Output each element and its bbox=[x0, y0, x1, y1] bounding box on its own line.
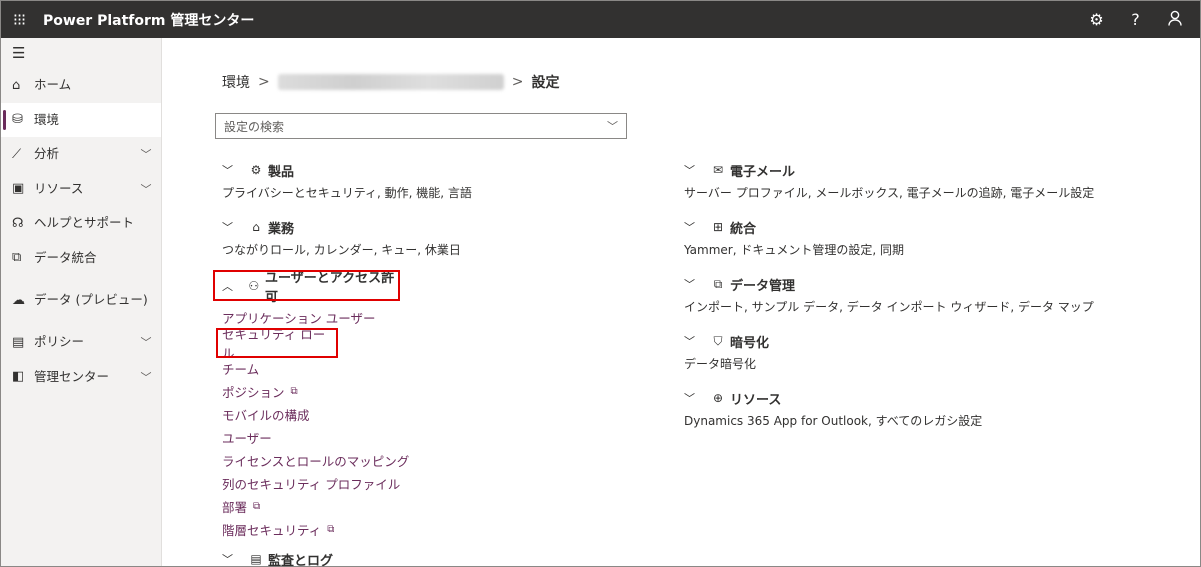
person-icon[interactable] bbox=[1155, 10, 1194, 30]
link-security-roles[interactable]: セキュリティ ロール bbox=[216, 327, 338, 361]
audit-icon: ▤ bbox=[250, 552, 262, 566]
section-desc-integration: Yammer, ドキュメント管理の設定, 同期 bbox=[684, 243, 904, 257]
main-content: 環境 > > 設定 設定の検索 ﹀ ﹀ ⚙ 製品 プライバシーとセキュリティ, … bbox=[163, 38, 1200, 567]
chevron-right-icon: > bbox=[258, 74, 270, 90]
shield-icon: ⛉ bbox=[713, 333, 723, 348]
section-desc-encryption: データ暗号化 bbox=[684, 357, 757, 371]
sidebar-item-policies[interactable]: ▤ ポリシー ﹀ bbox=[1, 325, 161, 360]
link-positions[interactable]: ポジション ⧉ bbox=[222, 380, 662, 403]
chevron-right-icon: > bbox=[511, 74, 524, 90]
section-header-resources[interactable]: ﹀ ⊕ リソース bbox=[684, 386, 1124, 410]
section-header-integration[interactable]: ﹀ ⊞ 統合 bbox=[684, 215, 1124, 239]
sidebar-item-resources[interactable]: ▣ リソース ﹀ bbox=[1, 172, 161, 207]
breadcrumb-root[interactable]: 環境 bbox=[222, 72, 250, 92]
sidebar-item-data-integration[interactable]: ⧉ データ統合 bbox=[1, 241, 161, 276]
settings-column-right: ﹀ ✉ 電子メール サーバー プロファイル, メールボックス, 電子メールの追跡… bbox=[684, 158, 1124, 443]
business-icon: ⌂ bbox=[252, 220, 260, 234]
chevron-down-icon[interactable]: ﹀ bbox=[131, 181, 161, 197]
section-header-audit-logs[interactable]: ﹀ ▤ 監査とログ bbox=[222, 547, 662, 567]
chevron-down-icon: ﹀ bbox=[222, 164, 233, 177]
chevron-down-icon[interactable]: ﹀ bbox=[131, 369, 161, 385]
admin-center-icon: ◧ bbox=[12, 369, 25, 385]
app-title[interactable]: Power Platform 管理センター bbox=[43, 10, 254, 30]
section-header-business[interactable]: ﹀ ⌂ 業務 bbox=[222, 215, 662, 239]
gear-icon[interactable]: ⚙ bbox=[1077, 10, 1116, 29]
users-permissions-links: アプリケーション ユーザー セキュリティ ロール チーム ポジション ⧉ モバイル… bbox=[216, 306, 662, 541]
top-bar-actions: ⚙ ? bbox=[1077, 1, 1194, 38]
section-desc-product: プライバシーとセキュリティ, 動作, 機能, 言語 bbox=[222, 186, 472, 200]
chevron-down-icon: ﹀ bbox=[684, 164, 695, 177]
chevron-down-icon[interactable]: ﹀ bbox=[131, 146, 161, 162]
chevron-down-icon: ﹀ bbox=[222, 553, 233, 566]
section-desc-resources: Dynamics 365 App for Outlook, すべてのレガシ設定 bbox=[684, 414, 983, 428]
section-desc-data-management: インポート, サンプル データ, データ インポート ウィザード, データ マッ… bbox=[684, 300, 1094, 314]
link-license-role-mapping[interactable]: ライセンスとロールのマッピング bbox=[222, 449, 662, 472]
data-management-icon: ⧉ bbox=[713, 276, 723, 291]
windows-icon: ⊞ bbox=[712, 220, 724, 234]
breadcrumb-environment-name-redacted[interactable] bbox=[277, 74, 504, 90]
breadcrumb: 環境 > > 設定 bbox=[222, 72, 559, 92]
open-external-icon: ⧉ bbox=[327, 524, 335, 535]
help-icon[interactable]: ? bbox=[1116, 10, 1155, 29]
globe-icon: ⊕ bbox=[712, 391, 724, 405]
headset-icon: ☊ bbox=[12, 215, 24, 231]
chevron-down-icon: ﹀ bbox=[684, 278, 695, 291]
home-icon: ⌂ bbox=[12, 77, 21, 93]
link-hierarchy-security[interactable]: 階層セキュリティ ⧉ bbox=[222, 518, 662, 541]
app-launcher-icon[interactable]: ⁝⁝⁝ bbox=[1, 10, 37, 29]
environment-icon: ⛁ bbox=[12, 112, 23, 128]
chevron-down-icon: ﹀ bbox=[684, 221, 695, 234]
sidebar-item-analytics[interactable]: ⟋ 分析 ﹀ bbox=[1, 137, 161, 172]
chevron-up-icon: ︿ bbox=[222, 279, 233, 293]
link-users[interactable]: ユーザー bbox=[222, 426, 662, 449]
open-external-icon: ⧉ bbox=[290, 386, 298, 397]
section-header-data-management[interactable]: ﹀ ⧉ データ管理 bbox=[684, 272, 1124, 296]
page-title: 設定 bbox=[531, 75, 560, 91]
section-header-users-permissions[interactable]: ︿ ⚇ ユーザーとアクセス許可 bbox=[213, 270, 400, 305]
gear-icon: ⚙ bbox=[250, 163, 262, 177]
section-header-product[interactable]: ﹀ ⚙ 製品 bbox=[222, 158, 662, 182]
data-integration-icon: ⧉ bbox=[12, 250, 22, 266]
resources-icon: ▣ bbox=[12, 181, 25, 197]
sidebar-item-admin-centers[interactable]: ◧ 管理センター ﹀ bbox=[1, 360, 161, 395]
mail-icon: ✉ bbox=[712, 163, 724, 177]
chevron-down-icon: ﹀ bbox=[684, 392, 695, 405]
sidebar-item-help-support[interactable]: ☊ ヘルプとサポート bbox=[1, 206, 161, 241]
chevron-down-icon: ﹀ bbox=[684, 335, 695, 348]
sidebar-item-data-preview[interactable]: ☁ データ (プレビュー) bbox=[1, 275, 161, 325]
search-input[interactable]: 設定の検索 ﹀ bbox=[215, 113, 627, 139]
settings-column-left: ﹀ ⚙ 製品 プライバシーとセキュリティ, 動作, 機能, 言語 ﹀ ⌂ 業務 … bbox=[213, 158, 662, 567]
chevron-down-icon: ﹀ bbox=[222, 221, 233, 234]
section-header-email[interactable]: ﹀ ✉ 電子メール bbox=[684, 158, 1124, 182]
sidebar-item-environments[interactable]: ⛁ 環境 bbox=[1, 102, 161, 137]
search-placeholder: 設定の検索 bbox=[224, 119, 285, 134]
cloud-data-icon: ☁ bbox=[12, 292, 25, 308]
users-permissions-icon: ⚇ bbox=[248, 278, 260, 293]
hamburger-menu-icon[interactable]: ☰ bbox=[1, 38, 161, 68]
section-desc-email: サーバー プロファイル, メールボックス, 電子メールの追跡, 電子メール設定 bbox=[684, 186, 1095, 200]
chevron-down-icon[interactable]: ﹀ bbox=[131, 334, 161, 350]
sidebar-item-home[interactable]: ⌂ ホーム bbox=[1, 68, 161, 103]
open-external-icon: ⧉ bbox=[253, 501, 261, 512]
sidebar: ☰ ⌂ ホーム ⛁ 環境 ⟋ 分析 ﹀ ▣ リソース ﹀ ☊ ヘルプとサポート … bbox=[1, 38, 162, 566]
link-column-security-profiles[interactable]: 列のセキュリティ プロファイル bbox=[222, 472, 662, 495]
chevron-down-icon[interactable]: ﹀ bbox=[607, 118, 618, 134]
chart-icon: ⟋ bbox=[12, 146, 22, 162]
top-bar: ⁝⁝⁝ Power Platform 管理センター ⚙ ? bbox=[1, 1, 1200, 38]
section-header-encryption[interactable]: ﹀ ⛉ 暗号化 bbox=[684, 329, 1124, 353]
policy-icon: ▤ bbox=[12, 334, 25, 350]
link-mobile-configuration[interactable]: モバイルの構成 bbox=[222, 403, 662, 426]
link-business-units[interactable]: 部署 ⧉ bbox=[222, 495, 662, 518]
